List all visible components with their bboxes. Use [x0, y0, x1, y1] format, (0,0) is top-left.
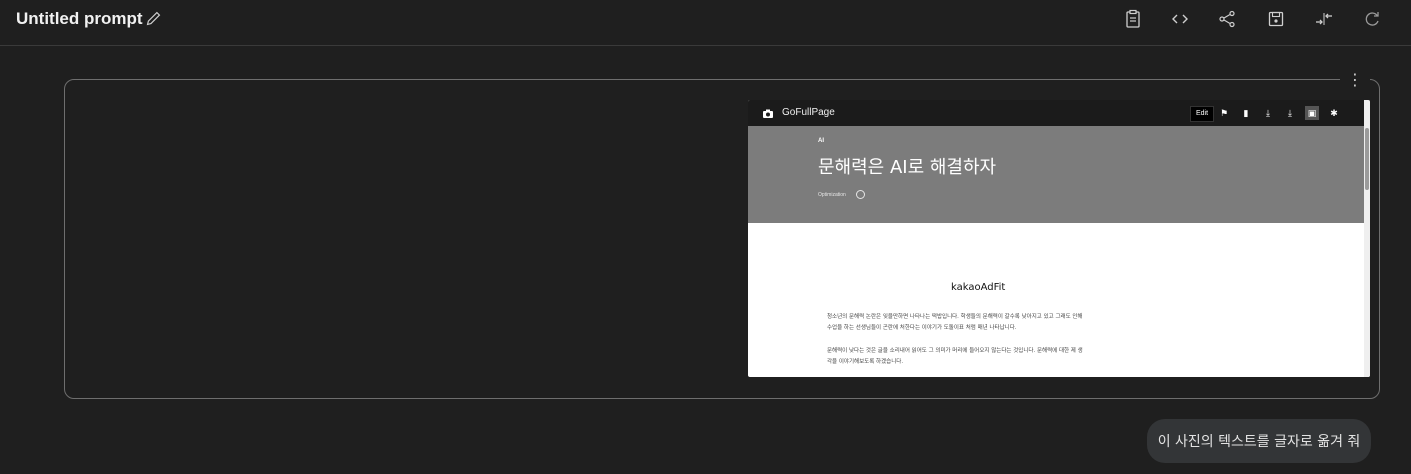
top-bar: Untitled prompt	[0, 0, 1411, 46]
info-icon	[856, 190, 865, 199]
code-icon[interactable]	[1170, 9, 1190, 29]
save-icon: ▣	[1305, 106, 1319, 120]
save-icon[interactable]	[1266, 9, 1286, 29]
gofullpage-toolbar: GoFullPage Edit ⚑ ▮ ⤓ ⤓ ▣ ✱	[748, 100, 1370, 126]
more-options-icon[interactable]: ⋮	[1340, 70, 1370, 92]
article-paragraph-line: 수업을 하는 선생님들이 곤란에 처한다는 이야기가 도돌이표 처럼 매년 나타…	[827, 325, 1017, 331]
flag-icon: ⚑	[1219, 108, 1229, 118]
more-glyph: ⋮	[1347, 72, 1363, 89]
pencil-icon[interactable]	[145, 10, 162, 27]
attached-screenshot[interactable]: GoFullPage Edit ⚑ ▮ ⤓ ⤓ ▣ ✱ AI 문해력은 AI로 …	[748, 100, 1370, 377]
prompt-title[interactable]: Untitled prompt	[16, 9, 143, 29]
camera-icon	[762, 107, 774, 119]
article-hero: AI 문해력은 AI로 해결하자 Optimization	[748, 126, 1364, 223]
article-paragraph-line: 청소년의 문해력 논란은 잊을만하면 나타나는 떡밥입니다. 학생들의 문해력이…	[827, 314, 1083, 320]
clipboard-icon[interactable]	[1123, 9, 1143, 29]
trash-icon: ▮	[1243, 108, 1249, 118]
settings-icon: ✱	[1330, 108, 1338, 118]
compare-icon[interactable]	[1314, 9, 1334, 29]
article-title: 문해력은 AI로 해결하자	[818, 157, 997, 178]
ad-label: kakaoAdFit	[951, 282, 1006, 293]
scrollbar	[1364, 100, 1370, 377]
download-icon: ⤓	[1288, 108, 1292, 118]
share-icon[interactable]	[1217, 9, 1237, 29]
app-name: GoFullPage	[782, 107, 835, 118]
edit-button: Edit	[1190, 106, 1214, 122]
user-prompt-chip[interactable]: 이 사진의 텍스트를 글자로 옮겨 줘	[1147, 419, 1371, 463]
scrollbar-thumb	[1365, 128, 1369, 190]
article-meta: Optimization	[818, 192, 846, 198]
article-category: AI	[818, 138, 824, 144]
article-paragraph-line: 각을 이야기해보도록 하겠습니다.	[827, 359, 904, 365]
refresh-icon[interactable]	[1362, 9, 1382, 29]
download-icon: ⤓	[1266, 108, 1270, 118]
article-paragraph-line: 문해력이 낮다는 것은 글을 소리내어 읽어도 그 의미가 머리에 들어오지 않…	[827, 348, 1083, 354]
